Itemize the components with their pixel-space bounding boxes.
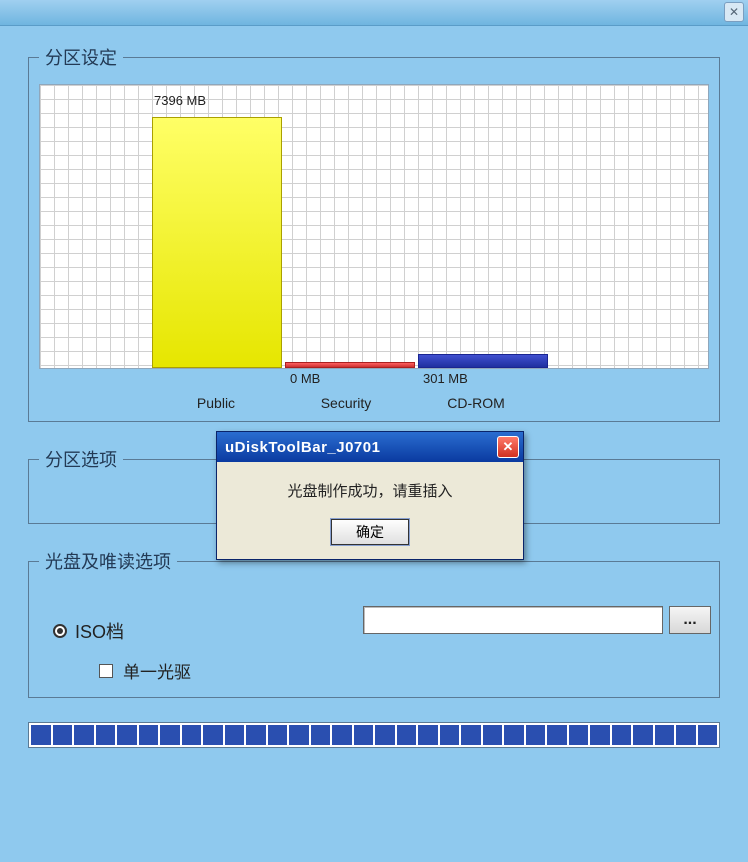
progress-bar <box>28 722 720 748</box>
partition-options-legend: 分区选项 <box>39 446 123 472</box>
partition-chart: 7396 MB 0 MB 301 MB <box>39 84 709 369</box>
checkbox-icon <box>99 664 113 678</box>
dialog-close-icon[interactable]: ✕ <box>497 436 519 458</box>
window-titlebar: ✕ <box>0 0 748 26</box>
dialog-titlebar: uDiskToolBar_J0701 ✕ <box>217 432 523 462</box>
dialog-title: uDiskToolBar_J0701 <box>225 439 380 456</box>
radio-icon <box>53 624 67 638</box>
bar-public-value: 7396 MB <box>154 93 206 108</box>
bar-public <box>152 117 282 368</box>
message-dialog: uDiskToolBar_J0701 ✕ 光盘制作成功，请重插入 确定 <box>216 431 524 560</box>
ok-button[interactable]: 确定 <box>331 519 409 545</box>
bar-cdrom <box>418 354 548 368</box>
chart-grid <box>40 85 708 368</box>
iso-radio-label: ISO档 <box>75 618 124 644</box>
single-drive-checkbox-row[interactable]: 单一光驱 <box>99 658 703 683</box>
partition-settings-group: 分区设定 7396 MB 0 MB 301 MB Public Security… <box>28 44 720 422</box>
single-drive-label: 单一光驱 <box>123 658 191 683</box>
close-icon[interactable]: ✕ <box>724 2 744 22</box>
label-cdrom: CD-ROM <box>411 395 541 411</box>
cdrom-options-group: 光盘及唯读选项 ISO档 单一光驱 ... <box>28 548 720 698</box>
cdrom-options-legend: 光盘及唯读选项 <box>39 548 177 574</box>
label-security: Security <box>281 395 411 411</box>
dialog-message: 光盘制作成功，请重插入 <box>227 480 513 501</box>
label-public: Public <box>151 395 281 411</box>
bar-security <box>285 362 415 368</box>
bar-cdrom-value: 301 MB <box>423 371 468 386</box>
partition-settings-legend: 分区设定 <box>39 44 123 70</box>
iso-path-input[interactable] <box>363 606 663 634</box>
bar-security-value: 0 MB <box>290 371 320 386</box>
browse-button[interactable]: ... <box>669 606 711 634</box>
